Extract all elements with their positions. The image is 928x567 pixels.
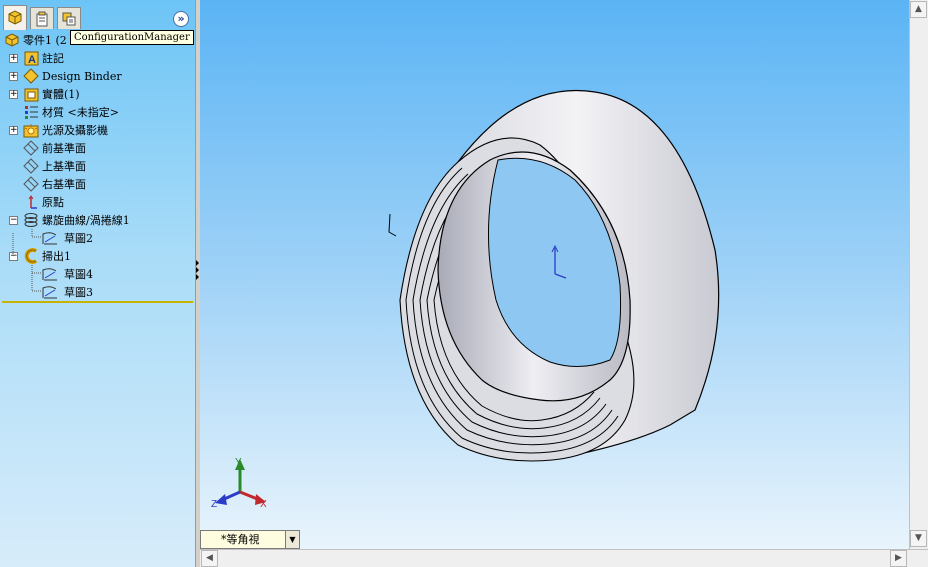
tree-item-label: 草圖2 bbox=[64, 232, 93, 245]
rollback-bar[interactable] bbox=[2, 301, 193, 303]
view-orientation-value: *等角視 bbox=[221, 533, 260, 546]
view-orientation-select[interactable]: *等角視 ▼ bbox=[200, 530, 300, 549]
horizontal-scrollbar[interactable]: ◀ ▶ bbox=[200, 549, 928, 567]
property-manager-icon bbox=[36, 11, 48, 26]
graphics-viewport[interactable]: Y X Z *等角視 ▼ bbox=[200, 0, 909, 549]
tab-property-manager[interactable] bbox=[30, 7, 54, 29]
configuration-manager-tooltip: ConfigurationManager bbox=[70, 30, 194, 45]
feature-manager-icon bbox=[8, 10, 22, 25]
tree-connector-lines bbox=[12, 229, 42, 292]
triad-y-label: Y bbox=[235, 457, 242, 468]
triad-x-label: X bbox=[260, 499, 267, 510]
expand-panel-button[interactable]: » bbox=[173, 11, 189, 27]
scroll-right-button[interactable]: ▶ bbox=[890, 550, 907, 567]
panel-tab-bar: » bbox=[0, 0, 195, 30]
tab-feature-manager[interactable] bbox=[3, 5, 27, 30]
dropdown-arrow-icon[interactable]: ▼ bbox=[285, 531, 299, 548]
coil-ring[interactable] bbox=[388, 89, 720, 462]
scroll-down-button[interactable]: ▼ bbox=[910, 530, 927, 547]
feature-manager-panel: » ConfigurationManager 零件1 (2 + A 註記 + D… bbox=[0, 0, 195, 567]
reference-triad: Y X Z bbox=[211, 457, 267, 510]
scroll-up-button[interactable]: ▲ bbox=[910, 1, 927, 18]
configuration-manager-icon bbox=[62, 12, 76, 25]
tree-item-label: 草圖4 bbox=[64, 268, 93, 281]
tree-item-label: 草圖3 bbox=[64, 286, 93, 299]
triad-z-label: Z bbox=[211, 499, 217, 510]
tab-configuration-manager[interactable] bbox=[57, 7, 81, 29]
part-model-view[interactable]: Y X Z bbox=[200, 0, 909, 549]
vertical-scrollbar[interactable]: ▲ ▼ bbox=[909, 0, 928, 549]
scroll-left-button[interactable]: ◀ bbox=[201, 550, 218, 567]
